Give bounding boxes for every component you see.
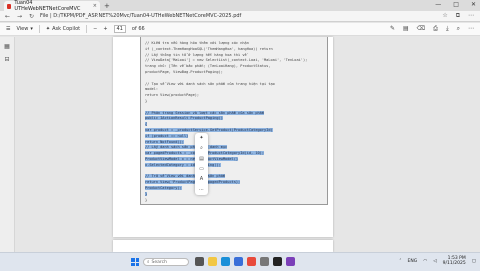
address-actions: ☆ ⧉ ⋯ — [442, 12, 474, 20]
zoom-in-button[interactable]: + — [103, 26, 107, 32]
window-controls: — □ ✕ — [435, 1, 476, 8]
draw-icon[interactable]: ✎ — [390, 25, 395, 33]
ask-copilot-label: Ask Copilot — [52, 26, 81, 32]
code-line: model: — [145, 87, 158, 92]
pdf-sidebar: ▦ ⊟ — [0, 37, 15, 252]
taskbar-search[interactable]: ⌕ Search — [143, 258, 189, 266]
copilot-icon: ✦ — [45, 26, 51, 32]
code-line: if (_context.ThemHangHoaSQL('ThemHangHoa… — [145, 46, 273, 51]
store-icon[interactable] — [234, 257, 243, 266]
code-line: productPage, ViewBag.ProductPaging); — [145, 70, 223, 74]
edge-icon[interactable] — [221, 257, 230, 266]
wifi-icon[interactable]: ◠ — [423, 259, 427, 264]
code-line: // Phân trang Session và lượt các sản ph… — [145, 110, 264, 115]
more-icon[interactable]: ⋯ — [199, 187, 204, 193]
search-icon: ⌕ — [147, 260, 150, 265]
code-line: ProductCategory); — [145, 186, 182, 190]
zoom-out-button[interactable]: − — [93, 26, 97, 32]
minimize-button[interactable]: — — [435, 1, 441, 8]
code-line: trang chủ: [Tên về bảo phần; (TenLoaiHan… — [145, 64, 271, 69]
pdf-next-page — [113, 240, 333, 252]
date: 9/11/2025 — [442, 261, 466, 266]
menu-icon[interactable]: ⋯ — [468, 12, 474, 20]
code-line: // ViewData['MaLoai'] = new SelectList(_… — [145, 58, 308, 63]
extensions-icon[interactable]: ⧉ — [456, 12, 460, 20]
contents-icon[interactable]: ☰ — [6, 26, 10, 32]
chevron-down-icon: ▾ — [30, 26, 33, 32]
read-aloud-icon[interactable]: A — [200, 176, 203, 182]
toolbar-divider — [38, 25, 40, 33]
pdf-toolbar-actions: ✎ ▤ ⌫ ⎙ ⤓ ⌕ ⋯ — [390, 25, 474, 33]
maximize-button[interactable]: □ — [453, 1, 459, 8]
refresh-icon[interactable]: ↻ — [28, 13, 35, 20]
code-line: if (product == null) — [145, 133, 189, 138]
task-view-icon[interactable] — [195, 257, 204, 266]
code-line: } — [145, 99, 148, 103]
code-line: return NotFound(); — [145, 139, 184, 144]
address-bar: ← → ↻ File | D:/TKPM/PDF_ASP.NET%20Mvc/T… — [0, 11, 480, 22]
page-number-input[interactable]: 41 — [113, 25, 126, 33]
search-placeholder: Search — [151, 259, 167, 265]
file-explorer-icon[interactable] — [208, 257, 217, 266]
start-button[interactable] — [131, 258, 139, 266]
code-line: return View('ProductPaging', pagedProduc… — [145, 180, 241, 185]
code-block: // Kiểm tra nếu hàng hóa thêm với lượng … — [140, 37, 328, 205]
terminal-icon[interactable] — [273, 257, 282, 266]
view-dropdown[interactable]: View ▾ — [16, 26, 32, 32]
chevron-up-icon[interactable]: ˄ — [399, 259, 401, 264]
highlight-icon[interactable]: ▤ — [199, 156, 204, 162]
code-line: return View(productPage); — [145, 93, 200, 98]
code-line: // Trả về View với danh sách sản phẩm — [145, 174, 226, 179]
language-indicator[interactable]: ENG — [408, 259, 418, 264]
code-line: public IActionResult ProductPaging() — [145, 116, 223, 121]
bookmarks-icon[interactable]: ⊟ — [0, 56, 14, 63]
system-tray: ˄ ENG ◠ ◁ 1:53 PM 9/11/2025 ▢ — [399, 256, 476, 266]
code-line: // Lấy thông tin tổ ở lượng hết hàng hoa… — [145, 52, 247, 57]
windows-taskbar: ⌕ Search ˄ ENG ◠ ◁ 1:53 PM 9/11/2025 ▢ — [0, 252, 480, 271]
code-line: var product = _productService.GetProduct… — [145, 128, 273, 132]
search-icon[interactable]: ⌕ — [457, 25, 460, 33]
close-tab-icon[interactable]: × — [93, 3, 97, 9]
volume-icon[interactable]: ◁ — [433, 259, 436, 264]
new-tab-button[interactable]: + — [104, 2, 110, 10]
notification-icon[interactable]: ▢ — [472, 259, 476, 264]
visual-studio-icon[interactable] — [286, 257, 295, 266]
selection-mini-toolbar: ✦ ⌕ ▤ ▭ A ⋯ — [195, 133, 208, 195]
comment-icon[interactable]: ▭ — [199, 166, 204, 172]
browser-tab-bar: Tuan04 UTHeWebNETNetCoreMVC × + — □ ✕ — [0, 0, 480, 12]
taskbar-apps — [195, 257, 295, 266]
toolbar-divider — [86, 25, 88, 33]
highlight-icon[interactable]: ▤ — [403, 25, 409, 33]
code-line: // Kiểm tra nếu hàng hóa thêm với lượng … — [145, 41, 249, 45]
search-icon[interactable]: ⌕ — [200, 145, 203, 151]
view-label: View — [16, 26, 29, 32]
url-field[interactable]: File | D:/TKPM/PDF_ASP.NET%20Mvc/Tuan04-… — [40, 13, 241, 19]
chrome-icon[interactable] — [247, 257, 256, 266]
copilot-icon[interactable]: ✦ — [199, 135, 203, 141]
more-icon[interactable]: ⋯ — [468, 25, 474, 33]
browser-tab[interactable]: Tuan04 UTHeWebNETNetCoreMVC × — [4, 0, 100, 12]
code-line: } — [145, 191, 148, 196]
back-icon[interactable]: ← — [4, 13, 11, 20]
print-icon[interactable]: ⎙ — [433, 25, 438, 33]
clock[interactable]: 1:53 PM 9/11/2025 — [443, 256, 466, 266]
settings-icon[interactable] — [260, 257, 269, 266]
thumbnails-icon[interactable]: ▦ — [0, 43, 14, 50]
code-line: // Lấy danh sách sản phẩm của danh mục — [145, 145, 228, 150]
pdf-icon — [7, 3, 12, 9]
pdf-toolbar: ☰ View ▾ ✦ Ask Copilot − + 41 of 66 ✎ ▤ … — [0, 23, 480, 36]
code-line: // Tạo về View với danh sách sản phẩm củ… — [145, 81, 275, 86]
page-total: of 66 — [131, 26, 145, 32]
code-line: x.SelectedCategory = id.ToString(); — [145, 162, 221, 167]
save-icon[interactable]: ⤓ — [446, 25, 449, 33]
forward-icon[interactable]: → — [16, 13, 23, 20]
close-window-button[interactable]: ✕ — [471, 1, 476, 8]
code-line: } — [145, 197, 148, 202]
code-line: ProductViewModel x = new ProductViewMode… — [145, 157, 239, 161]
pdf-page: // Kiểm tra nếu hàng hóa thêm với lượng … — [113, 37, 333, 237]
erase-icon[interactable]: ⌫ — [417, 25, 425, 33]
favorite-icon[interactable]: ☆ — [442, 12, 447, 20]
ask-copilot-button[interactable]: ✦ Ask Copilot — [46, 26, 80, 32]
code-line: { — [145, 122, 148, 127]
